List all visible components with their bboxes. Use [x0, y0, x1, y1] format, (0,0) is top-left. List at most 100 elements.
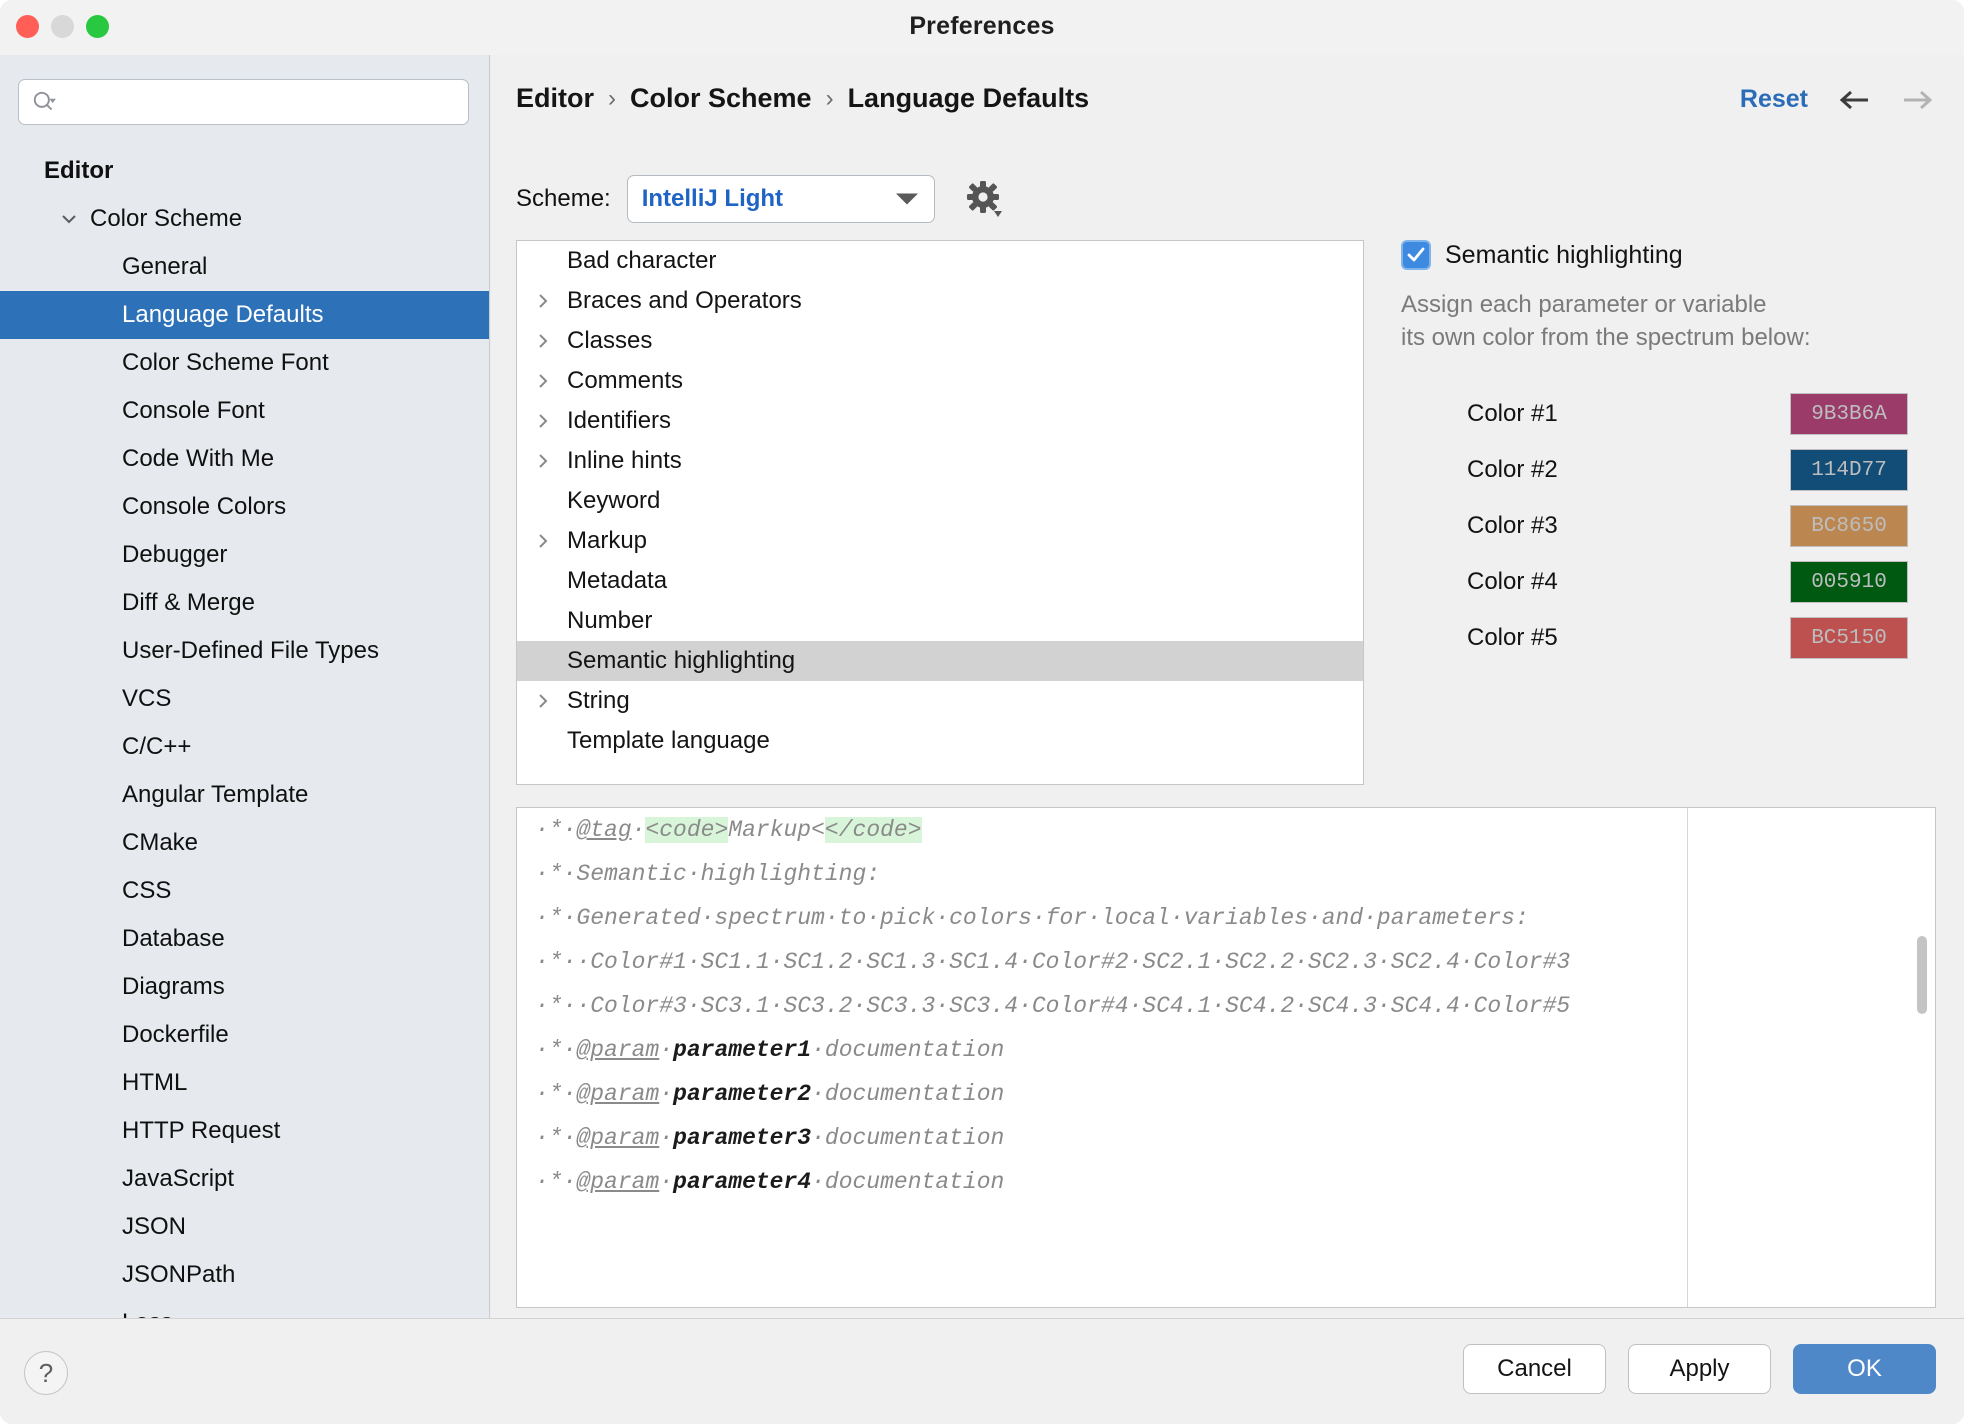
- sidebar-item-c-c[interactable]: C/C++: [0, 723, 489, 771]
- sidebar-item-http-request[interactable]: HTTP Request: [0, 1107, 489, 1155]
- spectrum-color-row: Color #5BC5150: [1401, 610, 1936, 666]
- sidebar-item-code-with-me[interactable]: Code With Me: [0, 435, 489, 483]
- preview-scrollbar[interactable]: [1917, 936, 1927, 1014]
- sidebar-item-html[interactable]: HTML: [0, 1059, 489, 1107]
- code-token-plain: ·*··Color#3·SC3.1·SC3.2·SC3.3·SC3.4·Colo…: [535, 993, 1570, 1019]
- arrow-right-icon[interactable]: [1900, 87, 1936, 113]
- attribute-row[interactable]: Inline hints: [517, 441, 1363, 481]
- search-input[interactable]: [63, 91, 456, 114]
- sidebar-item-javascript[interactable]: JavaScript: [0, 1155, 489, 1203]
- color-swatch[interactable]: 114D77: [1790, 449, 1908, 491]
- settings-pane: Semantic highlighting Assign each parame…: [1401, 240, 1936, 666]
- sidebar-item-language-defaults[interactable]: Language Defaults: [0, 291, 489, 339]
- sidebar-item-css[interactable]: CSS: [0, 867, 489, 915]
- breadcrumb-item[interactable]: Color Scheme: [630, 83, 812, 114]
- attribute-label: Template language: [567, 727, 770, 755]
- code-token-tag: @param: [576, 1125, 659, 1151]
- apply-button[interactable]: Apply: [1628, 1344, 1771, 1394]
- code-token-param: parameter2: [673, 1081, 811, 1107]
- chevron-right-icon[interactable]: [531, 410, 555, 432]
- color-swatch[interactable]: 005910: [1790, 561, 1908, 603]
- sidebar-item-editor[interactable]: Editor: [0, 147, 489, 195]
- sidebar-item-general[interactable]: General: [0, 243, 489, 291]
- chevron-down-icon[interactable]: [58, 208, 80, 230]
- attribute-row[interactable]: Identifiers: [517, 401, 1363, 441]
- attribute-label: Comments: [567, 367, 683, 395]
- code-line: ·*·@param·parameter2·documentation: [517, 1072, 1935, 1116]
- sidebar-item-label: Language Defaults: [122, 301, 324, 329]
- breadcrumb-item[interactable]: Editor: [516, 83, 594, 114]
- sidebar-item-diagrams[interactable]: Diagrams: [0, 963, 489, 1011]
- sidebar-item-label: Database: [122, 925, 225, 953]
- sidebar-search[interactable]: [18, 79, 469, 125]
- attribute-row[interactable]: Semantic highlighting: [517, 641, 1363, 681]
- attribute-row[interactable]: Keyword: [517, 481, 1363, 521]
- code-token-plain: ·*·: [535, 817, 576, 843]
- sidebar-item-cmake[interactable]: CMake: [0, 819, 489, 867]
- scheme-select[interactable]: IntelliJ Light: [627, 175, 935, 223]
- attribute-row[interactable]: Braces and Operators: [517, 281, 1363, 321]
- sidebar-item-console-font[interactable]: Console Font: [0, 387, 489, 435]
- chevron-right-icon[interactable]: [531, 450, 555, 472]
- chevron-right-icon[interactable]: [531, 290, 555, 312]
- attribute-list[interactable]: Bad characterBraces and OperatorsClasses…: [516, 240, 1364, 785]
- code-token-plain: ·: [659, 1081, 673, 1107]
- spectrum-color-label: Color #3: [1467, 512, 1790, 540]
- breadcrumb-item[interactable]: Language Defaults: [848, 83, 1090, 114]
- gear-icon[interactable]: [965, 179, 1005, 219]
- chevron-right-icon[interactable]: [531, 370, 555, 392]
- sidebar-item-user-defined-file-types[interactable]: User-Defined File Types: [0, 627, 489, 675]
- attribute-row[interactable]: Metadata: [517, 561, 1363, 601]
- code-token-plain: ·: [632, 817, 646, 843]
- description-line: its own color from the spectrum below:: [1401, 321, 1936, 354]
- sidebar-item-console-colors[interactable]: Console Colors: [0, 483, 489, 531]
- color-swatch[interactable]: BC8650: [1790, 505, 1908, 547]
- attribute-row[interactable]: String: [517, 681, 1363, 721]
- ok-button[interactable]: OK: [1793, 1344, 1936, 1394]
- window-title: Preferences: [0, 12, 1964, 41]
- code-line: ·*··Color#3·SC3.1·SC3.2·SC3.3·SC3.4·Colo…: [517, 984, 1935, 1028]
- sidebar-item-vcs[interactable]: VCS: [0, 675, 489, 723]
- attribute-row[interactable]: Template language: [517, 721, 1363, 761]
- code-token-plain: Markup<: [728, 817, 825, 843]
- semantic-highlighting-row[interactable]: Semantic highlighting: [1401, 240, 1936, 270]
- chevron-right-icon[interactable]: [531, 530, 555, 552]
- sidebar-item-jsonpath[interactable]: JSONPath: [0, 1251, 489, 1299]
- sidebar-item-json[interactable]: JSON: [0, 1203, 489, 1251]
- breadcrumb-separator: ›: [608, 85, 616, 113]
- code-token-param: parameter1: [673, 1037, 811, 1063]
- color-swatch[interactable]: BC5150: [1790, 617, 1908, 659]
- attribute-row[interactable]: Number: [517, 601, 1363, 641]
- sidebar-item-color-scheme[interactable]: Color Scheme: [0, 195, 489, 243]
- code-token-param: parameter3: [673, 1125, 811, 1151]
- help-button[interactable]: ?: [24, 1351, 68, 1395]
- chevron-right-icon[interactable]: [531, 330, 555, 352]
- spectrum-color-list: Color #19B3B6AColor #2114D77Color #3BC86…: [1401, 386, 1936, 666]
- attribute-row[interactable]: Comments: [517, 361, 1363, 401]
- reset-button[interactable]: Reset: [1740, 85, 1808, 114]
- sidebar-item-label: JavaScript: [122, 1165, 234, 1193]
- check-icon: [1406, 245, 1426, 265]
- preferences-window: Preferences EditorColor SchemeGeneralLan…: [0, 0, 1964, 1424]
- arrow-left-icon[interactable]: [1836, 87, 1872, 113]
- attribute-row[interactable]: Bad character: [517, 241, 1363, 281]
- attribute-row[interactable]: Classes: [517, 321, 1363, 361]
- sidebar-item-less[interactable]: Less: [0, 1299, 489, 1318]
- sidebar-item-color-scheme-font[interactable]: Color Scheme Font: [0, 339, 489, 387]
- code-preview[interactable]: ·*·@tag·<code>Markup<</code>·*·Semantic·…: [516, 807, 1936, 1308]
- sidebar-item-dockerfile[interactable]: Dockerfile: [0, 1011, 489, 1059]
- sidebar-item-label: CMake: [122, 829, 198, 857]
- semantic-highlighting-checkbox[interactable]: [1401, 240, 1431, 270]
- sidebar-item-diff-merge[interactable]: Diff & Merge: [0, 579, 489, 627]
- sidebar-item-label: Less: [122, 1309, 173, 1318]
- code-token-tag: @param: [576, 1081, 659, 1107]
- sidebar-item-database[interactable]: Database: [0, 915, 489, 963]
- chevron-right-icon[interactable]: [531, 690, 555, 712]
- sidebar-item-debugger[interactable]: Debugger: [0, 531, 489, 579]
- sidebar-item-angular-template[interactable]: Angular Template: [0, 771, 489, 819]
- spectrum-color-label: Color #2: [1467, 456, 1790, 484]
- cancel-button[interactable]: Cancel: [1463, 1344, 1606, 1394]
- attribute-row[interactable]: Markup: [517, 521, 1363, 561]
- color-swatch[interactable]: 9B3B6A: [1790, 393, 1908, 435]
- scheme-label: Scheme:: [516, 185, 611, 213]
